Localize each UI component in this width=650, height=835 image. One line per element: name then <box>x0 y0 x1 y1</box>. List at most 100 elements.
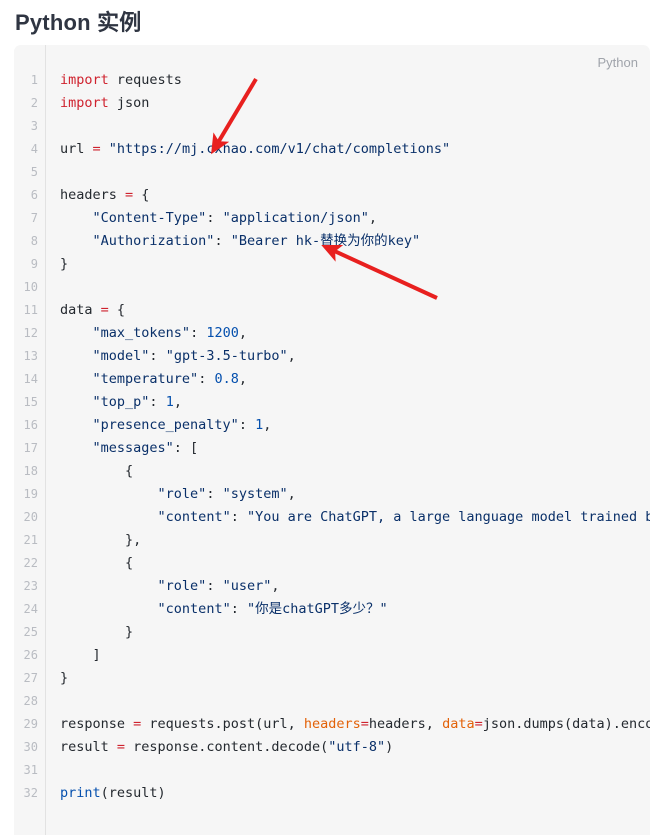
code-token: "presence_penalty" <box>92 417 239 433</box>
code-token: : <box>214 233 231 249</box>
code-token: , <box>287 348 296 364</box>
line-number: 21 <box>23 533 38 547</box>
code-token: json <box>108 95 150 111</box>
code-language-label: Python <box>597 55 638 70</box>
code-line: "Content-Type": "application/json", <box>60 207 650 230</box>
code-line: } <box>60 253 650 276</box>
code-line: "content": "你是chatGPT多少？" <box>60 598 650 621</box>
line-number: 6 <box>30 188 38 202</box>
code-token: 0.8 <box>214 371 239 387</box>
code-token: , <box>238 371 247 387</box>
code-content[interactable]: import requests import json url = "https:… <box>60 45 650 805</box>
code-token: : <box>206 578 223 594</box>
code-token: response.content.decode( <box>125 739 329 755</box>
code-line: print(result) <box>60 782 650 805</box>
code-line: url = "https://mj.cxhao.com/v1/chat/comp… <box>60 138 650 161</box>
code-token: = <box>100 302 109 318</box>
code-token: 1200 <box>206 325 239 341</box>
code-line: headers = { <box>60 184 650 207</box>
page-title: Python 实例 <box>15 10 142 35</box>
code-token: { <box>60 463 134 479</box>
line-number: 3 <box>30 119 38 133</box>
code-token: "role" <box>157 486 207 502</box>
line-number: 30 <box>23 740 38 754</box>
line-number: 31 <box>23 763 38 777</box>
code-token: : <box>149 348 166 364</box>
line-number: 10 <box>23 280 38 294</box>
line-number: 25 <box>23 625 38 639</box>
code-token: 1 <box>165 394 174 410</box>
code-token: "Content-Type" <box>92 210 207 226</box>
line-number: 9 <box>30 257 38 271</box>
code-token: { <box>108 302 126 318</box>
code-token: : <box>206 210 223 226</box>
code-line: import requests <box>60 69 650 92</box>
code-line: "max_tokens": 1200, <box>60 322 650 345</box>
code-token: headers <box>303 716 361 732</box>
line-number: 27 <box>23 671 38 685</box>
code-line: "content": "You are ChatGPT, a large lan… <box>60 506 650 529</box>
code-token: , <box>271 578 280 594</box>
code-line: { <box>60 460 650 483</box>
code-token: headers, <box>368 716 443 732</box>
line-number: 18 <box>23 464 38 478</box>
code-token: , <box>368 210 378 226</box>
code-line: } <box>60 667 650 690</box>
code-token: = <box>474 716 483 732</box>
code-token: "Authorization" <box>92 233 215 249</box>
code-token: { <box>133 187 150 203</box>
code-token: result <box>60 739 117 755</box>
code-token: : <box>198 371 215 387</box>
code-token: , <box>173 394 182 410</box>
line-number: 2 <box>30 96 38 110</box>
line-number: 4 <box>30 142 38 156</box>
code-token: (result) <box>100 785 166 801</box>
line-number: 19 <box>23 487 38 501</box>
code-token: url <box>60 141 93 157</box>
code-token: } <box>60 624 134 640</box>
code-token: "Bearer hk-替换为你的key" <box>230 233 421 249</box>
code-token: } <box>60 256 69 272</box>
line-number-gutter: 1 2 3 4 5 6 7 8 9 10 11 12 13 14 15 16 17 18 19 20 21 22 23 24 2… <box>14 45 46 835</box>
code-token: : [ <box>173 440 199 456</box>
code-scroll-area[interactable]: 1 2 3 4 5 6 7 8 9 10 11 12 13 14 15 16 17 18 19 20 21 22 23 24 2… <box>14 45 650 835</box>
line-number: 1 <box>30 73 38 87</box>
line-number: 11 <box>23 303 38 317</box>
line-number: 28 <box>23 694 38 708</box>
line-number: 15 <box>23 395 38 409</box>
code-token: requests.post(url, <box>141 716 304 732</box>
code-token: "content" <box>157 509 231 525</box>
code-line: "presence_penalty": 1, <box>60 414 650 437</box>
code-token: , <box>263 417 272 433</box>
code-token: "You are ChatGPT, a large language model… <box>246 509 650 525</box>
line-number: 26 <box>23 648 38 662</box>
line-number: 17 <box>23 441 38 455</box>
code-token: "utf-8" <box>328 739 386 755</box>
code-token: "https://mj.cxhao.com/v1/chat/completion… <box>108 141 451 157</box>
code-token: "system" <box>222 486 288 502</box>
code-token: "top_p" <box>92 394 150 410</box>
code-token: "role" <box>157 578 207 594</box>
code-token: = <box>92 141 101 157</box>
line-number: 32 <box>23 786 38 800</box>
code-line: "role": "user", <box>60 575 650 598</box>
code-line: result = response.content.decode("utf-8"… <box>60 736 650 759</box>
line-number: 23 <box>23 579 38 593</box>
code-token: response <box>60 716 134 732</box>
line-number: 5 <box>30 165 38 179</box>
code-token: } <box>60 670 69 686</box>
code-token: "gpt-3.5-turbo" <box>165 348 288 364</box>
code-line: ] <box>60 644 650 667</box>
